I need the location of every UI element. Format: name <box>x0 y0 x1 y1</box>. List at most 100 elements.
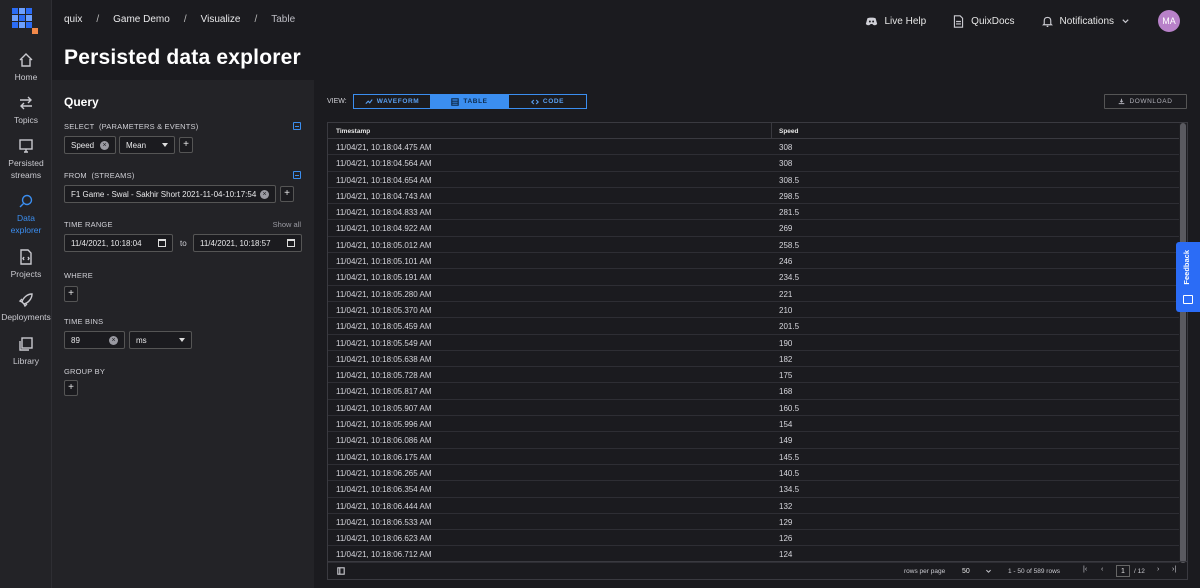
rows-per-page-select[interactable]: 50 <box>962 565 992 577</box>
table-row[interactable]: 11/04/21, 10:18:04.833 AM 281.5 <box>328 204 1181 221</box>
column-header-speed[interactable]: Speed <box>779 128 799 135</box>
table-row[interactable]: 11/04/21, 10:18:04.654 AM 308.5 <box>328 172 1181 188</box>
code-icon <box>530 99 539 104</box>
quix-logo-icon[interactable] <box>12 8 38 34</box>
feedback-tab[interactable]: Feedback <box>1176 242 1200 312</box>
nav-item-data-explorer[interactable]: Data explorer <box>0 193 52 236</box>
page-count: / 12 <box>1134 568 1145 575</box>
cell-speed: 234.5 <box>779 273 800 283</box>
notifications-label: Notifications <box>1059 15 1114 27</box>
calendar-icon[interactable] <box>287 239 295 247</box>
nav-label: Data explorer <box>10 213 42 235</box>
table-row[interactable]: 11/04/21, 10:18:04.743 AM 298.5 <box>328 188 1181 205</box>
calendar-icon[interactable] <box>158 239 166 247</box>
time-bins-unit-select[interactable]: ms <box>129 331 192 349</box>
prev-page-button[interactable]: ‹ <box>1101 566 1103 573</box>
table-row[interactable]: 11/04/21, 10:18:06.533 AM 129 <box>328 514 1181 531</box>
table-row[interactable]: 11/04/21, 10:18:05.191 AM 234.5 <box>328 269 1181 286</box>
table-row[interactable]: 11/04/21, 10:18:06.354 AM 134.5 <box>328 481 1181 498</box>
docs-link[interactable]: QuixDocs <box>952 14 1015 28</box>
table-row[interactable]: 11/04/21, 10:18:05.280 AM 221 <box>328 286 1181 302</box>
scrollbar-track[interactable] <box>1179 123 1187 563</box>
table-row[interactable]: 11/04/21, 10:18:06.265 AM 140.5 <box>328 465 1181 482</box>
table-row[interactable]: 11/04/21, 10:18:05.370 AM 210 <box>328 302 1181 319</box>
add-group-by-button[interactable]: + <box>64 380 78 396</box>
time-to-input[interactable]: 11/4/2021, 10:18:57 <box>193 234 302 252</box>
nav-item-home[interactable]: Home <box>0 52 52 83</box>
avatar[interactable]: MA <box>1158 10 1180 32</box>
add-stream-button[interactable]: + <box>280 186 294 202</box>
remove-parameter-icon[interactable]: × <box>100 140 109 150</box>
last-page-button[interactable]: ›| <box>1172 566 1176 573</box>
nav-item-topics[interactable]: Topics <box>0 95 52 126</box>
table-row[interactable]: 11/04/21, 10:18:04.564 AM 308 <box>328 155 1181 172</box>
page-number-input[interactable]: 1 <box>1116 565 1130 577</box>
table-row[interactable]: 11/04/21, 10:18:04.475 AM 308 <box>328 139 1181 156</box>
table-row[interactable]: 11/04/21, 10:18:06.086 AM 149 <box>328 432 1181 449</box>
table-row[interactable]: 11/04/21, 10:18:05.012 AM 258.5 <box>328 237 1181 254</box>
cell-speed: 160.5 <box>779 403 800 413</box>
breadcrumb-item-project[interactable]: Game Demo <box>113 14 170 25</box>
table-row[interactable]: 11/04/21, 10:18:05.459 AM 201.5 <box>328 318 1181 335</box>
tab-code[interactable]: CODE <box>509 94 587 109</box>
time-range-to-label: to <box>180 239 187 248</box>
cell-speed: 308 <box>779 143 793 152</box>
nav-item-deployments[interactable]: Deployments <box>0 292 52 323</box>
table-row[interactable]: 11/04/21, 10:18:04.922 AM 269 <box>328 220 1181 237</box>
explore-icon <box>19 194 33 208</box>
tab-waveform[interactable]: WAVEFORM <box>353 94 431 109</box>
table-row[interactable]: 11/04/21, 10:18:05.728 AM 175 <box>328 367 1181 384</box>
download-icon <box>1119 98 1125 105</box>
home-icon <box>19 53 33 67</box>
select-parameter-chip[interactable]: Speed × <box>64 136 116 154</box>
table-row[interactable]: 11/04/21, 10:18:06.444 AM 132 <box>328 498 1181 514</box>
cell-timestamp: 11/04/21, 10:18:04.833 AM <box>336 208 432 218</box>
tab-code-label: CODE <box>542 98 565 105</box>
next-page-button[interactable]: › <box>1157 566 1159 573</box>
table-row[interactable]: 11/04/21, 10:18:05.817 AM 168 <box>328 383 1181 400</box>
cell-timestamp: 11/04/21, 10:18:05.280 AM <box>336 289 432 299</box>
table-row[interactable]: 11/04/21, 10:18:05.638 AM 182 <box>328 351 1181 368</box>
select-list-icon[interactable] <box>293 122 301 130</box>
aggregation-select[interactable]: Mean <box>119 136 175 154</box>
bell-icon <box>1041 16 1053 27</box>
table-row[interactable]: 11/04/21, 10:18:05.101 AM 246 <box>328 253 1181 270</box>
column-divider[interactable] <box>771 123 772 139</box>
table-row[interactable]: 11/04/21, 10:18:06.623 AM 126 <box>328 530 1181 547</box>
add-where-button[interactable]: + <box>64 286 78 302</box>
nav-item-persisted-streams[interactable]: Persisted streams <box>0 138 52 181</box>
header-actions: Live Help QuixDocs Notifications MA <box>839 10 1180 32</box>
page-title: Persisted data explorer <box>64 46 301 69</box>
table-row[interactable]: 11/04/21, 10:18:05.907 AM 160.5 <box>328 400 1181 417</box>
show-all-link[interactable]: Show all <box>273 220 301 229</box>
breadcrumb-item-section[interactable]: Visualize <box>201 14 241 25</box>
time-range-label: TIME RANGE <box>64 220 113 229</box>
select-label-text: SELECT <box>64 122 95 131</box>
toggle-panel-icon[interactable] <box>337 567 345 575</box>
first-page-button[interactable]: |‹ <box>1083 566 1087 573</box>
table-row[interactable]: 11/04/21, 10:18:05.549 AM 190 <box>328 335 1181 351</box>
tab-table[interactable]: TABLE <box>431 94 509 109</box>
clear-bins-icon[interactable]: × <box>109 335 118 345</box>
aggregation-value: Mean <box>126 140 147 150</box>
download-button[interactable]: DOWNLOAD <box>1104 94 1187 109</box>
stream-chip[interactable]: F1 Game - Swal - Sakhir Short 2021-11-04… <box>64 185 276 203</box>
live-help-link[interactable]: Live Help <box>865 15 926 28</box>
cell-timestamp: 11/04/21, 10:18:05.549 AM <box>336 338 432 348</box>
scrollbar-thumb[interactable] <box>1180 123 1186 563</box>
nav-item-projects[interactable]: Projects <box>0 249 52 280</box>
remove-stream-icon[interactable]: × <box>260 189 269 199</box>
column-header-timestamp[interactable]: Timestamp <box>336 128 370 135</box>
nav-item-library[interactable]: Library <box>0 336 52 367</box>
from-list-icon[interactable] <box>293 171 301 179</box>
table-row[interactable]: 11/04/21, 10:18:06.175 AM 145.5 <box>328 449 1181 465</box>
time-from-input[interactable]: 11/4/2021, 10:18:04 <box>64 234 173 252</box>
breadcrumb-item-workspace[interactable]: quix <box>64 14 82 25</box>
view-label: VIEW: <box>327 98 347 105</box>
notifications-button[interactable]: Notifications <box>1041 15 1130 28</box>
cell-speed: 149 <box>779 436 793 446</box>
time-bins-input[interactable]: 89 × <box>64 331 125 349</box>
add-parameter-button[interactable]: + <box>179 137 193 153</box>
cell-speed: 210 <box>779 305 793 315</box>
table-row[interactable]: 11/04/21, 10:18:05.996 AM 154 <box>328 416 1181 433</box>
